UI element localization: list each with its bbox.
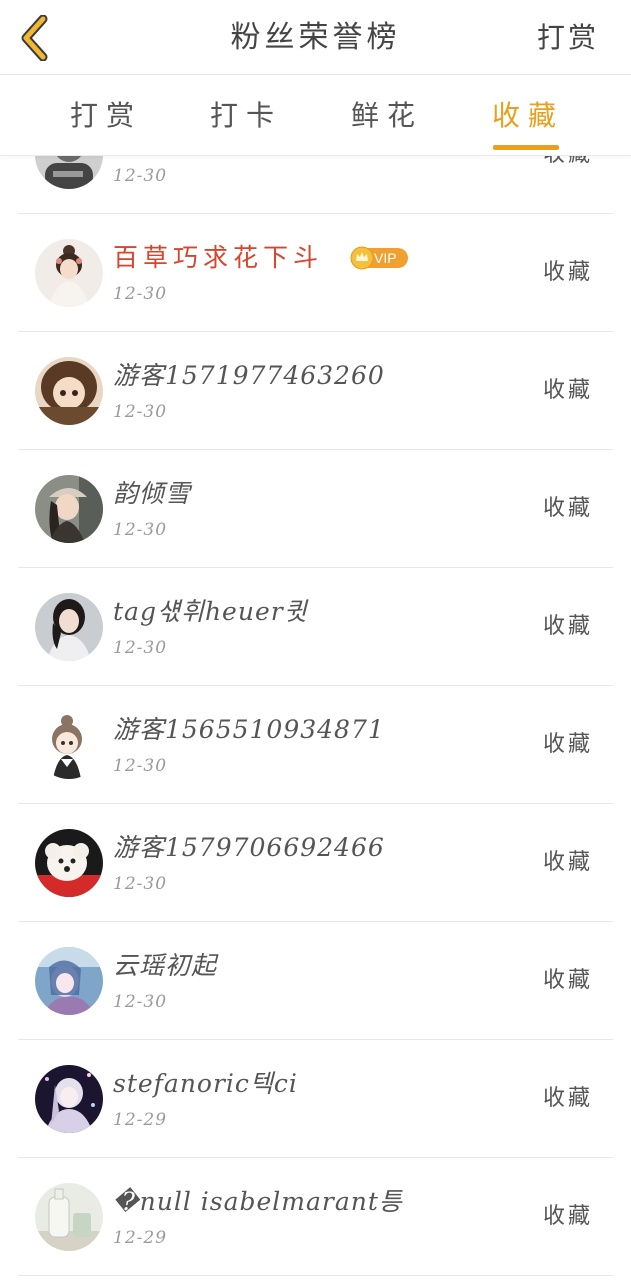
list-item[interactable]: tag섃휘heuer큇 12-30 收藏 (0, 568, 631, 686)
fan-name: 游客1571977463260 (113, 361, 385, 390)
fan-action: 收藏 (542, 260, 593, 285)
fan-date: 12-30 (113, 402, 168, 422)
fan-action: 收藏 (543, 156, 593, 168)
list-item[interactable]: 12-30 收藏 (0, 156, 631, 214)
tab-flowers[interactable]: 鲜花 (337, 75, 437, 155)
list-item[interactable]: 百草巧求花下斗 VIP 12-30 收藏 (0, 214, 631, 332)
anime-blue-avatar[interactable] (35, 947, 103, 1015)
fan-name: 百草巧求花下斗 (113, 243, 324, 272)
list-item[interactable]: stefanoric텍ci 12-29 收藏 (0, 1040, 631, 1158)
fan-list[interactable]: 12-30 收藏 百草巧求花下斗 (0, 156, 631, 1280)
vip-badge-label: VIP (374, 250, 397, 266)
fan-name: tag섃휘heuer큇 (113, 597, 308, 626)
fan-date: 12-30 (113, 874, 168, 894)
fan-date: 12-30 (113, 520, 168, 540)
tab-bar: 打赏 打卡 鲜花 收藏 (0, 75, 631, 156)
fan-date: 12-29 (113, 1228, 168, 1248)
girl-photo-avatar[interactable] (35, 593, 103, 661)
fan-date: 12-30 (113, 638, 168, 658)
anime-dark-avatar[interactable] (35, 1065, 103, 1133)
tab-reward[interactable]: 打赏 (56, 75, 156, 155)
fan-name: �null isabelmarant틍 (113, 1187, 403, 1216)
reward-button[interactable]: 打赏 (537, 0, 599, 74)
tab-checkin[interactable]: 打卡 (196, 75, 296, 155)
fan-date: 12-30 (113, 284, 168, 304)
fan-date: 12-30 (113, 992, 168, 1012)
fan-action: 收藏 (542, 732, 593, 757)
fan-name: 韵倾雪 (113, 479, 192, 508)
vip-badge: VIP (350, 246, 408, 270)
list-item[interactable]: 韵倾雪 12-30 收藏 (0, 450, 631, 568)
list-item[interactable]: 游客1571977463260 12-30 收藏 (0, 332, 631, 450)
list-item[interactable]: 游客1565510934871 12-30 收藏 (0, 686, 631, 804)
fan-name: 游客1565510934871 (113, 715, 385, 744)
fan-date: 12-30 (113, 756, 168, 776)
cartoon-girl-avatar[interactable] (35, 357, 103, 425)
puppy-avatar[interactable] (35, 829, 103, 897)
fan-action: 收藏 (542, 968, 593, 993)
list-item[interactable]: �null isabelmarant틍 12-29 收藏 (0, 1158, 631, 1276)
fan-action: 收藏 (542, 1204, 593, 1229)
costume-girl-avatar[interactable] (35, 239, 103, 307)
fan-action: 收藏 (542, 850, 593, 875)
chibi-girl-avatar[interactable] (35, 711, 103, 779)
list-item[interactable]: 云瑶初起 12-30 收藏 (0, 922, 631, 1040)
top-bar: 粉丝荣誉榜 打赏 (0, 0, 631, 75)
fan-action: 收藏 (542, 496, 593, 521)
bottle-avatar[interactable] (35, 1183, 103, 1251)
active-tab-indicator (493, 145, 559, 150)
fan-action: 收藏 (542, 378, 593, 403)
fan-name: stefanoric텍ci (113, 1069, 298, 1098)
capped-girl-avatar[interactable] (35, 475, 103, 543)
fan-name: 云瑶初起 (113, 951, 218, 980)
tab-favorites[interactable]: 收藏 (478, 75, 578, 155)
grey-portrait-avatar[interactable] (35, 156, 103, 189)
fan-action: 收藏 (542, 1086, 593, 1111)
fan-action: 收藏 (542, 614, 593, 639)
fan-honor-page: 粉丝荣誉榜 打赏 打赏 打卡 鲜花 收藏 12-30 百草巧求花下斗 VIP 1… (0, 0, 631, 1280)
list-item[interactable]: 游客1579706692466 12-30 收藏 (0, 804, 631, 922)
fan-name: 游客1579706692466 (113, 833, 385, 862)
fan-date: 12-29 (113, 1110, 168, 1130)
fan-date: 12-30 (113, 166, 168, 186)
